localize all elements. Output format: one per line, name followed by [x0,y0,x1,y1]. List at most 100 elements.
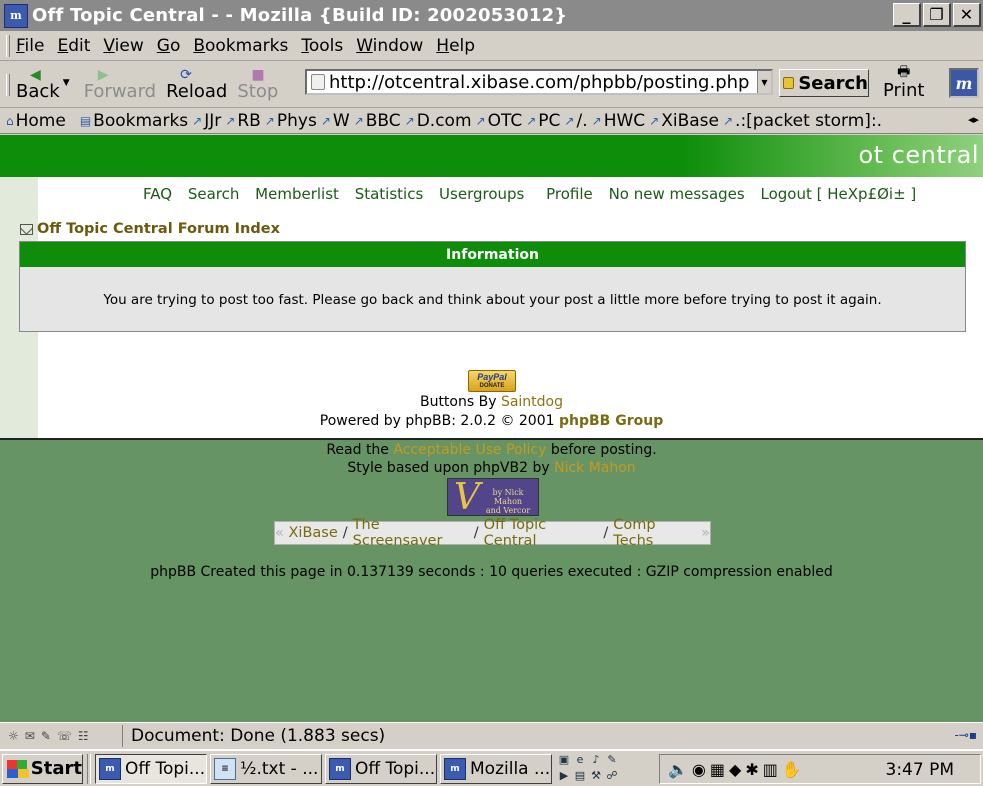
mail-icon[interactable]: ✉ [25,729,35,743]
mozilla-throbber-icon[interactable]: m [949,68,979,98]
task-button[interactable]: m Off Topi... [325,753,437,784]
toolbar-grip[interactable] [6,73,10,96]
toolbar-overflow-icon[interactable]: ◂▸ [968,113,979,126]
menu-window[interactable]: Window [356,36,423,56]
navigation-toolbar: ◀ Back ▼ ▶ Forward ⟳ Reload ■ Stop http:… [0,62,983,108]
minimize-button[interactable]: _ [893,3,921,27]
toolbar-grip[interactable] [6,34,10,57]
stop-button[interactable]: ■ Stop [237,68,278,102]
tools-icon[interactable]: ⚒ [589,769,603,783]
menu-view[interactable]: View [103,36,143,56]
start-button[interactable]: Start [2,753,83,784]
bookmarks-menu[interactable]: ▤ Bookmarks [80,111,188,131]
aup-link[interactable]: Acceptable Use Policy [393,442,546,458]
task-button[interactable]: m Mozilla ... [440,753,552,784]
url-history-dropdown-icon[interactable]: ▼ [757,71,771,93]
network-icon[interactable]: ☍ [605,769,619,783]
clock[interactable]: 3:47 PM [886,760,955,780]
link-comp-techs[interactable]: Comp Techs [613,517,696,549]
task-button[interactable]: ≡ ½.txt - ... [210,753,322,784]
mozilla-icon: m [329,757,351,780]
bookmark-link-icon: ↗ [564,113,575,128]
menu-file[interactable]: File [16,36,44,56]
bookmark-link[interactable]: ↗ D.com [405,111,472,131]
globe-icon[interactable]: ◉ [692,760,706,779]
menu-edit[interactable]: Edit [57,36,90,56]
bookmark-link[interactable]: ↗ .:[packet storm]:. [723,111,882,131]
close-button[interactable]: ✕ [953,3,981,27]
link-off-topic-central[interactable]: Off Topic Central [484,517,599,549]
paypal-donate-button[interactable]: PayPal DONATE [468,370,516,392]
phpbb-group-link[interactable]: phpBB Group [559,413,663,429]
chat-icon[interactable]: ☏ [57,729,72,743]
nick-mahon-link[interactable]: Nick Mahon [554,460,636,476]
folder-icon[interactable]: ▤ [573,769,587,783]
site-header-banner: ot central [0,135,983,177]
online-status-icon[interactable]: -⊸▪ [954,728,977,742]
forum-index-link[interactable]: Off Topic Central Forum Index [37,221,280,237]
address-book-icon[interactable]: ☷ [78,729,89,743]
system-tray: 🔈 ◉ ▦ ◆ ✱ ▥ ✋ 3:47 PM [659,754,981,784]
saintdog-link[interactable]: Saintdog [501,394,563,410]
bookmark-link[interactable]: ↗ OTC [476,111,523,131]
bookmark-home[interactable]: ⌂ Home [6,111,66,131]
back-dropdown-icon[interactable]: ▼ [63,78,70,88]
bookmark-link[interactable]: ↗/. [564,111,587,131]
print-button[interactable]: 🖶 Print [883,64,924,101]
menu-bookmarks[interactable]: Bookmarks [193,36,288,56]
desktop-icon[interactable]: ▣ [557,753,571,767]
vercor-logo[interactable]: V by Nick Mahon and Vercor [447,477,539,518]
edit-icon[interactable]: ✎ [605,753,619,767]
link-the-screensaver[interactable]: The Screensaver [353,517,469,549]
menu-go[interactable]: Go [157,36,181,56]
page-proxy-icon[interactable] [311,74,325,90]
site-logo[interactable]: ot central [858,141,979,169]
bookmark-link[interactable]: ↗ Phys [265,111,317,131]
composer-icon[interactable]: ✎ [41,729,51,743]
nav-link-statistics[interactable]: Statistics [355,185,424,203]
bookmark-link[interactable]: ↗ XiBase [649,111,719,131]
nav-link-logout[interactable]: Logout [ HeXp£Øi± ] [761,185,917,203]
ie-icon[interactable]: e [573,753,587,767]
bookmark-link[interactable]: ↗ RB [225,111,261,131]
network-tray-icon[interactable]: ◆ [729,760,741,779]
computer-icon[interactable]: ▥ [763,760,778,779]
bookmark-link-icon: ↗ [404,113,415,128]
volume-icon[interactable]: 🔈 [668,760,688,779]
home-icon: ⌂ [6,113,14,128]
media-icon[interactable]: ♪ [589,753,603,767]
nav-link-profile[interactable]: Profile [546,185,593,203]
notepad-icon: ≡ [214,757,236,780]
nav-link-messages[interactable]: No new messages [609,185,745,203]
menu-tools[interactable]: Tools [301,36,343,56]
bookmark-link-icon: ↗ [320,113,331,128]
bookmark-link[interactable]: ↗ PC [526,111,560,131]
restore-button[interactable]: ❐ [923,3,951,27]
bookmark-link[interactable]: ↗ HWC [592,111,646,131]
antivirus-icon[interactable]: ✱ [745,760,758,779]
page-stats: phpBB Created this page in 0.137139 seco… [150,564,833,580]
bookmark-link[interactable]: ↗ JJr [192,111,221,131]
mozilla-icon: m [4,3,28,28]
task-button[interactable]: m Off Topi... [95,753,207,784]
nav-link-usergroups[interactable]: Usergroups [439,185,524,203]
window-titlebar[interactable]: m Off Topic Central - - Mozilla {Build I… [0,0,983,31]
printer-tray-icon[interactable]: ▦ [710,760,725,779]
nav-link-search[interactable]: Search [188,185,240,203]
play-icon[interactable]: ▶ [557,769,571,783]
nav-link-memberlist[interactable]: Memberlist [255,185,339,203]
forward-button[interactable]: ▶ Forward [84,68,156,102]
bookmark-link-icon: ↗ [353,113,364,128]
link-xibase[interactable]: XiBase [288,525,337,541]
search-button[interactable]: Search [779,69,869,97]
url-bar[interactable]: http://otcentral.xibase.com/phpbb/postin… [305,69,773,95]
back-button[interactable]: ◀ Back ▼ [16,68,70,102]
navigator-icon[interactable]: ☼ [8,729,19,743]
menu-help[interactable]: Help [436,36,475,56]
hand-icon[interactable]: ✋ [782,760,802,779]
bookmark-link[interactable]: ↗ W [321,111,350,131]
nav-link-faq[interactable]: FAQ [143,185,172,203]
url-input[interactable]: http://otcentral.xibase.com/phpbb/postin… [329,72,757,93]
bookmark-link[interactable]: ↗ BBC [354,111,401,131]
reload-button[interactable]: ⟳ Reload [166,68,227,102]
